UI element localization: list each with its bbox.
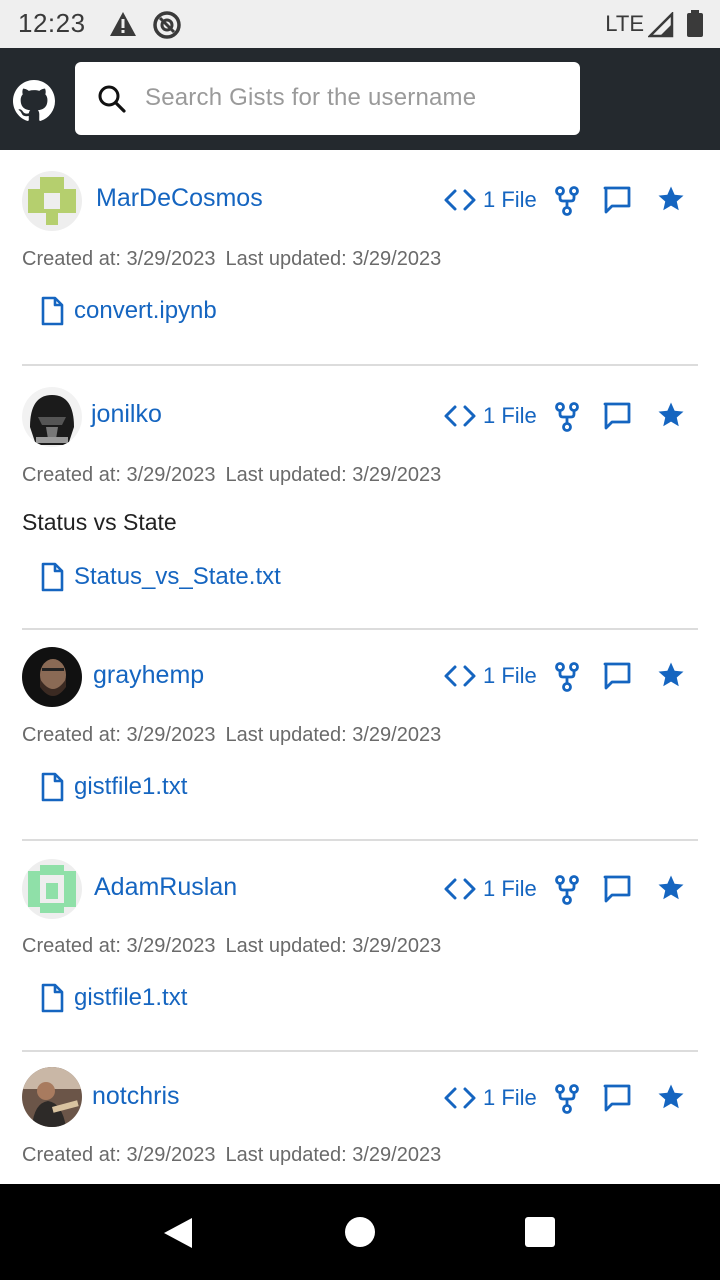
gist-card: jonilko 1 File Created at: 3/29/2023 Last… bbox=[22, 366, 698, 630]
gist-card: grayhemp 1 File Created at: 3/29/2023 Las… bbox=[22, 630, 698, 841]
username-link[interactable]: MarDeCosmos bbox=[96, 184, 263, 213]
file-link[interactable]: Status_vs_State.txt bbox=[40, 562, 281, 592]
signal-icon bbox=[648, 12, 674, 38]
username-link[interactable]: notchris bbox=[92, 1082, 180, 1111]
files-count-label: 1 File bbox=[483, 1085, 537, 1110]
comment-icon[interactable] bbox=[602, 661, 632, 691]
fork-icon[interactable] bbox=[554, 401, 580, 433]
fork-icon[interactable] bbox=[554, 1083, 580, 1115]
avatar[interactable] bbox=[22, 1067, 82, 1127]
code-icon bbox=[444, 878, 476, 900]
app-bar: Search Gists for the username bbox=[0, 48, 720, 150]
created-date: Created at: 3/29/2023 bbox=[22, 724, 216, 746]
gist-card: MarDeCosmos 1 File Created at: 3/29/2023… bbox=[22, 150, 698, 366]
file-link[interactable]: convert.ipynb bbox=[40, 296, 217, 326]
file-name: Status_vs_State.txt bbox=[74, 563, 281, 590]
file-icon bbox=[41, 772, 64, 802]
username-link[interactable]: grayhemp bbox=[93, 661, 204, 690]
files-count-label: 1 File bbox=[483, 403, 537, 428]
recents-icon[interactable] bbox=[524, 1216, 556, 1248]
search-icon bbox=[98, 85, 126, 113]
file-link[interactable]: gistfile1.txt bbox=[40, 983, 187, 1013]
files-count-button[interactable]: 1 File bbox=[443, 398, 537, 434]
code-icon bbox=[444, 1087, 476, 1109]
search-input[interactable]: Search Gists for the username bbox=[145, 84, 476, 112]
star-icon[interactable] bbox=[656, 184, 686, 214]
fork-icon[interactable] bbox=[554, 874, 580, 906]
comment-icon[interactable] bbox=[602, 401, 632, 431]
status-time: 12:23 bbox=[18, 8, 86, 38]
file-icon bbox=[41, 296, 64, 326]
files-count-label: 1 File bbox=[483, 663, 537, 688]
code-icon bbox=[444, 665, 476, 687]
gist-card: notchris 1 File Created at: 3/29/2023 Las… bbox=[22, 1052, 698, 1182]
fork-icon[interactable] bbox=[554, 185, 580, 217]
updated-date: Last updated: 3/29/2023 bbox=[225, 1144, 442, 1166]
star-icon[interactable] bbox=[656, 873, 686, 903]
files-count-label: 1 File bbox=[483, 876, 537, 901]
back-icon[interactable] bbox=[162, 1216, 194, 1250]
gist-list: MarDeCosmos 1 File Created at: 3/29/2023… bbox=[0, 150, 720, 1182]
file-name: gistfile1.txt bbox=[74, 984, 188, 1011]
files-count-button[interactable]: 1 File bbox=[443, 871, 537, 907]
file-link[interactable]: gistfile1.txt bbox=[40, 772, 187, 802]
avatar[interactable] bbox=[22, 859, 82, 919]
created-date: Created at: 3/29/2023 bbox=[22, 464, 216, 486]
comment-icon[interactable] bbox=[602, 874, 632, 904]
avatar[interactable] bbox=[22, 647, 82, 707]
search-box[interactable]: Search Gists for the username bbox=[75, 62, 580, 135]
data-saver-icon bbox=[153, 11, 181, 39]
gist-dates: Created at: 3/29/2023 Last updated: 3/29/… bbox=[22, 724, 441, 747]
avatar[interactable] bbox=[22, 171, 82, 231]
file-name: gistfile1.txt bbox=[74, 773, 188, 800]
updated-date: Last updated: 3/29/2023 bbox=[225, 464, 442, 486]
gist-dates: Created at: 3/29/2023 Last updated: 3/29/… bbox=[22, 464, 441, 487]
star-icon[interactable] bbox=[656, 400, 686, 430]
file-name: convert.ipynb bbox=[74, 297, 217, 324]
files-count-button[interactable]: 1 File bbox=[443, 1080, 537, 1116]
files-count-button[interactable]: 1 File bbox=[443, 658, 537, 694]
home-icon[interactable] bbox=[344, 1216, 376, 1248]
created-date: Created at: 3/29/2023 bbox=[22, 1144, 216, 1166]
file-icon bbox=[41, 562, 64, 592]
username-link[interactable]: AdamRuslan bbox=[94, 873, 237, 902]
gist-header: grayhemp 1 File bbox=[22, 630, 698, 730]
gist-description: Status vs State bbox=[22, 509, 177, 535]
files-count-button[interactable]: 1 File bbox=[443, 182, 537, 218]
star-icon[interactable] bbox=[656, 1082, 686, 1112]
gist-card: AdamRuslan 1 File Created at: 3/29/2023 L… bbox=[22, 841, 698, 1052]
avatar[interactable] bbox=[22, 387, 82, 447]
comment-icon[interactable] bbox=[602, 185, 632, 215]
network-type: LTE bbox=[605, 11, 644, 36]
gist-header: MarDeCosmos 1 File bbox=[22, 150, 698, 250]
battery-icon bbox=[687, 10, 703, 37]
gist-header: notchris 1 File bbox=[22, 1052, 698, 1152]
status-bar: 12:23 LTE bbox=[0, 0, 720, 48]
warning-icon bbox=[110, 12, 136, 36]
updated-date: Last updated: 3/29/2023 bbox=[225, 724, 442, 746]
navigation-bar bbox=[0, 1184, 720, 1280]
updated-date: Last updated: 3/29/2023 bbox=[225, 935, 442, 957]
star-icon[interactable] bbox=[656, 660, 686, 690]
file-icon bbox=[41, 983, 64, 1013]
comment-icon[interactable] bbox=[602, 1083, 632, 1113]
fork-icon[interactable] bbox=[554, 661, 580, 693]
gist-dates: Created at: 3/29/2023 Last updated: 3/29/… bbox=[22, 248, 441, 271]
username-link[interactable]: jonilko bbox=[91, 400, 162, 429]
code-icon bbox=[444, 189, 476, 211]
gist-header: AdamRuslan 1 File bbox=[22, 841, 698, 941]
files-count-label: 1 File bbox=[483, 187, 537, 212]
code-icon bbox=[444, 405, 476, 427]
created-date: Created at: 3/29/2023 bbox=[22, 935, 216, 957]
created-date: Created at: 3/29/2023 bbox=[22, 248, 216, 270]
gist-header: jonilko 1 File bbox=[22, 366, 698, 466]
gist-dates: Created at: 3/29/2023 Last updated: 3/29/… bbox=[22, 935, 441, 958]
updated-date: Last updated: 3/29/2023 bbox=[225, 248, 442, 270]
gist-dates: Created at: 3/29/2023 Last updated: 3/29/… bbox=[22, 1144, 441, 1167]
github-logo-icon[interactable] bbox=[13, 80, 55, 122]
